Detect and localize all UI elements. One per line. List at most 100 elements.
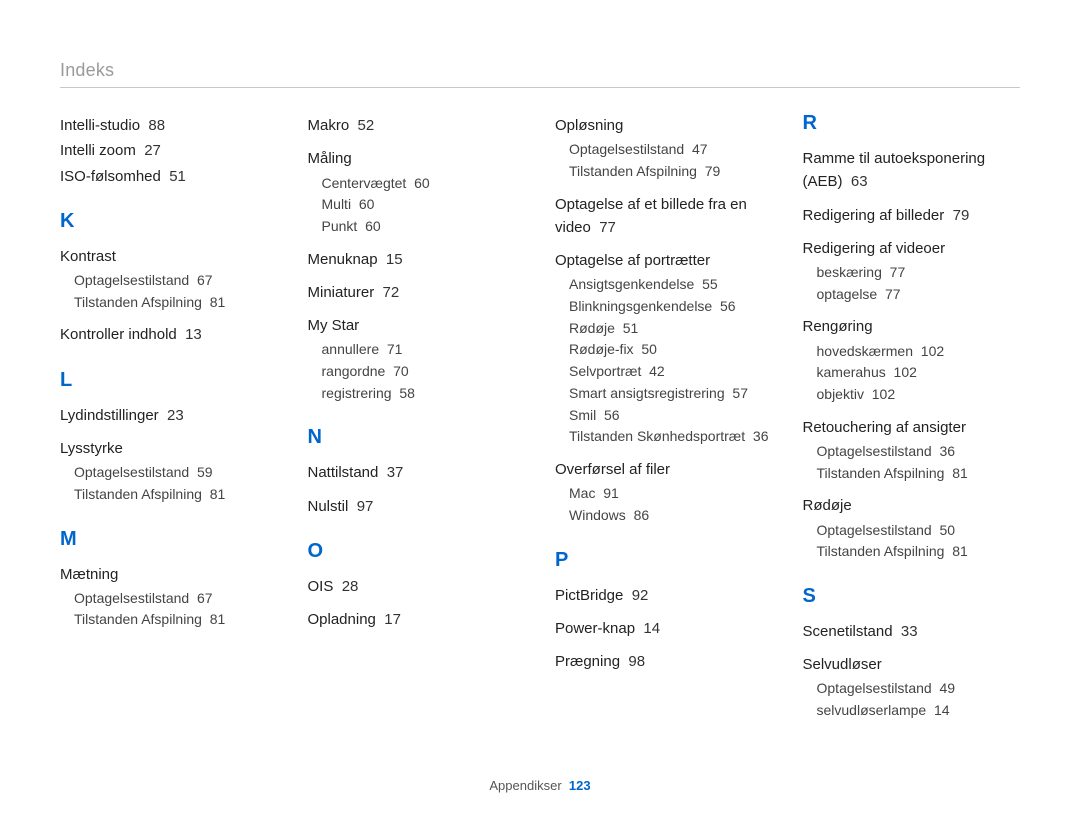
entry-kontroller: Kontroller indhold 13 [60, 323, 278, 346]
sub-label: Tilstanden Afspilning [74, 294, 202, 310]
sub-page: 36 [939, 443, 955, 459]
letter-o: O [308, 540, 526, 563]
footer-label: Appendikser [489, 778, 561, 793]
sub-page: 79 [705, 163, 721, 179]
entry-lydindstillinger: Lydindstillinger 23 [60, 404, 278, 427]
sub-page: 60 [359, 196, 375, 212]
entry-label: Ramme til autoeksponering (AEB) [803, 150, 986, 190]
sub-label: Selvportræt [569, 363, 641, 379]
sub-page: 49 [939, 680, 955, 696]
entry-page: 28 [342, 578, 359, 595]
letter-r: R [803, 112, 1021, 135]
entry-label: Kontrast [60, 245, 278, 268]
sub-page: 36 [753, 428, 769, 444]
sub-page: 102 [921, 343, 944, 359]
entry-label: Intelli zoom [60, 142, 136, 159]
sub-page: 58 [399, 385, 415, 401]
entry-intelli-studio: Intelli-studio 88 Intelli zoom 27 ISO-fø… [60, 114, 278, 188]
sub-label: Rødøje [569, 320, 615, 336]
entry-page: 23 [167, 407, 184, 424]
entry-ramme-aeb: Ramme til autoeksponering (AEB) 63 [803, 147, 1021, 194]
sub-label: Rødøje-fix [569, 341, 634, 357]
entry-pictbridge: PictBridge 92 [555, 584, 773, 607]
entry-label: Makro [308, 117, 350, 134]
sub-page: 60 [365, 218, 381, 234]
entry-label: Redigering af videoer [803, 237, 1021, 260]
sub-page: 56 [604, 407, 620, 423]
entry-page: 97 [357, 498, 374, 515]
sub-label: Punkt [322, 218, 358, 234]
entry-page: 13 [185, 326, 202, 343]
col-2: Makro 52 Måling Centervægtet 60 Multi 60… [308, 112, 526, 732]
entry-maaling: Måling Centervægtet 60 Multi 60 Punkt 60 [308, 147, 526, 237]
entry-page: 52 [358, 117, 375, 134]
sub-page: 77 [885, 286, 901, 302]
index-page: Indeks Intelli-studio 88 Intelli zoom 27… [0, 0, 1080, 815]
entry-page: 15 [386, 251, 403, 268]
entry-label: Opløsning [555, 114, 773, 137]
sub-label: Multi [322, 196, 352, 212]
entry-label: Lydindstillinger [60, 407, 159, 424]
entry-label: Optagelse af et billede fra en video [555, 196, 747, 236]
sub-label: Tilstanden Skønhedsportræt [569, 428, 745, 444]
entry-optagelse-video: Optagelse af et billede fra en video 77 [555, 193, 773, 240]
sub-label: Mac [569, 485, 595, 501]
entry-rodoje: Rødøje Optagelsestilstand 50 Tilstanden … [803, 494, 1021, 563]
entry-maetning: Mætning Optagelsestilstand 67 Tilstanden… [60, 563, 278, 632]
letter-m: M [60, 528, 278, 551]
sub-page: 86 [634, 507, 650, 523]
entry-selvudloser: Selvudløser Optagelsestilstand 49 selvud… [803, 653, 1021, 722]
entry-redigering-videoer: Redigering af videoer beskæring 77 optag… [803, 237, 1021, 306]
entry-rengoring: Rengøring hovedskærmen 102 kamerahus 102… [803, 315, 1021, 405]
sub-label: Tilstanden Afspilning [74, 486, 202, 502]
sub-label: beskæring [817, 264, 882, 280]
entry-label: Retouchering af ansigter [803, 416, 1021, 439]
entry-label: Selvudløser [803, 653, 1021, 676]
sub-label: Optagelsestilstand [817, 680, 932, 696]
entry-page: 63 [851, 173, 868, 190]
entry-label: Prægning [555, 653, 620, 670]
entry-page: 92 [632, 587, 649, 604]
entry-page: 72 [383, 284, 400, 301]
sub-label: registrering [322, 385, 392, 401]
sub-label: selvudløserlampe [817, 702, 927, 718]
sub-page: 81 [210, 486, 226, 502]
entry-label: Rengøring [803, 315, 1021, 338]
entry-label: Optagelse af portrætter [555, 249, 773, 272]
entry-page: 17 [384, 611, 401, 628]
entry-page: 51 [169, 168, 186, 185]
sub-label: Centervægtet [322, 175, 407, 191]
sub-page: 60 [414, 175, 430, 191]
entry-lysstyrke: Lysstyrke Optagelsestilstand 59 Tilstand… [60, 437, 278, 506]
sub-page: 77 [890, 264, 906, 280]
sub-label: optagelse [817, 286, 878, 302]
sub-label: kamerahus [817, 364, 886, 380]
entry-nattilstand: Nattilstand 37 [308, 461, 526, 484]
sub-page: 102 [894, 364, 917, 380]
entry-oploesning: Opløsning Optagelsestilstand 47 Tilstand… [555, 114, 773, 183]
sub-page: 59 [197, 464, 213, 480]
sub-page: 50 [939, 522, 955, 538]
index-columns: Intelli-studio 88 Intelli zoom 27 ISO-fø… [60, 112, 1020, 732]
entry-kontrast: Kontrast Optagelsestilstand 67 Tilstande… [60, 245, 278, 314]
entry-menuknap: Menuknap 15 [308, 248, 526, 271]
sub-page: 70 [393, 363, 409, 379]
entry-page: 79 [953, 207, 970, 224]
entry-page: 33 [901, 623, 918, 640]
letter-n: N [308, 426, 526, 449]
entry-label: Opladning [308, 611, 376, 628]
entry-mystar: My Star annullere 71 rangordne 70 regist… [308, 314, 526, 404]
page-header: Indeks [60, 60, 1020, 88]
entry-label: Miniaturer [308, 284, 375, 301]
entry-page: 27 [144, 142, 161, 159]
sub-label: Smart ansigtsregistrering [569, 385, 725, 401]
letter-s: S [803, 585, 1021, 608]
sub-page: 91 [603, 485, 619, 501]
sub-label: Windows [569, 507, 626, 523]
sub-page: 81 [210, 294, 226, 310]
sub-page: 67 [197, 272, 213, 288]
sub-label: Tilstanden Afspilning [74, 611, 202, 627]
entry-label: OIS [308, 578, 334, 595]
sub-page: 47 [692, 141, 708, 157]
letter-p: P [555, 549, 773, 572]
